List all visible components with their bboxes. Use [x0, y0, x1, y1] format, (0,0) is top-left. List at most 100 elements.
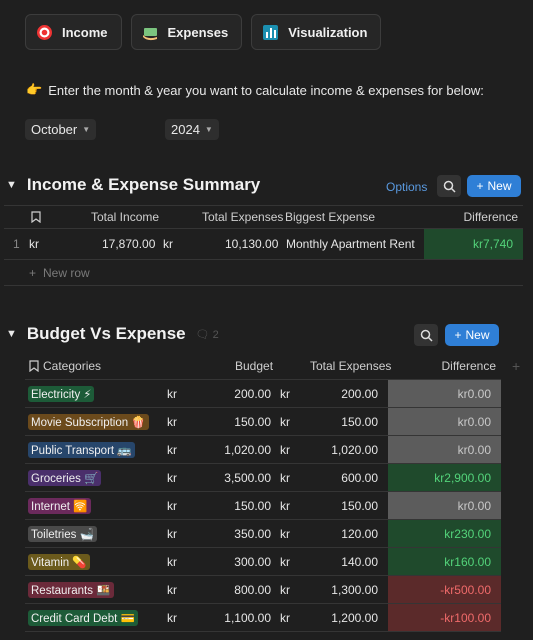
- category-cell: Movie Subscription 🍿: [28, 408, 149, 435]
- category-tag: Movie Subscription 🍿: [28, 413, 149, 430]
- search-icon: [443, 180, 456, 193]
- total-expenses-value: 10,130.00: [225, 237, 279, 251]
- expenses-currency: kr: [280, 414, 290, 429]
- table-row[interactable]: Vitamin 💊 kr 300.00 kr 140.00 kr160.00: [25, 548, 501, 576]
- difference-value: -kr500.00: [388, 576, 501, 603]
- budget-value: 150.00: [234, 498, 271, 513]
- budget-currency: kr: [167, 610, 177, 625]
- budget-currency: kr: [167, 386, 177, 401]
- budget-value: 800.00: [234, 582, 271, 597]
- difference-value: kr160.00: [388, 548, 501, 575]
- category-tag: Public Transport 🚌: [28, 441, 135, 458]
- year-value: 2024: [171, 122, 200, 137]
- month-select[interactable]: October ▼: [25, 119, 97, 140]
- expenses-currency: kr: [280, 554, 290, 569]
- category-cell: Credit Card Debt 💳: [28, 604, 138, 631]
- expenses-value: 200.00: [341, 386, 378, 401]
- expenses-currency: kr: [280, 610, 290, 625]
- difference-value: kr0.00: [388, 492, 501, 519]
- difference-value: kr0.00: [388, 408, 501, 435]
- budget-value: 300.00: [234, 554, 271, 569]
- category-cell: Vitamin 💊: [28, 548, 90, 575]
- expenses-value: 120.00: [341, 526, 378, 541]
- summary-title: Income & Expense Summary: [26, 175, 261, 194]
- income-button[interactable]: Income: [25, 14, 122, 50]
- col-difference[interactable]: Difference: [464, 206, 518, 228]
- budget-rows: Electricity ⚡ kr 200.00 kr 200.00 kr0.00…: [25, 380, 501, 632]
- intro-text: 👉 Enter the month & year you want to cal…: [26, 82, 484, 98]
- table-row[interactable]: Toiletries 🛁 kr 350.00 kr 120.00 kr230.0…: [25, 520, 501, 548]
- table-row[interactable]: Electricity ⚡ kr 200.00 kr 200.00 kr0.00: [25, 380, 501, 408]
- biggest-expense-value: Monthly Apartment Rent: [286, 237, 415, 251]
- expenses-value: 600.00: [341, 470, 378, 485]
- income-label: Income: [62, 24, 108, 40]
- money-hand-icon: [142, 24, 159, 41]
- budget-currency: kr: [167, 442, 177, 457]
- income-currency: kr: [29, 237, 39, 251]
- table-row[interactable]: Credit Card Debt 💳 kr 1,100.00 kr 1,200.…: [25, 604, 501, 632]
- comment-count[interactable]: 🗨 2: [196, 328, 219, 341]
- category-cell: Toiletries 🛁: [28, 520, 97, 547]
- target-icon: [36, 24, 53, 41]
- budget-new-button[interactable]: + New: [445, 324, 499, 346]
- plus-icon: +: [454, 328, 462, 342]
- col-total-expenses[interactable]: Total Expenses: [202, 206, 283, 228]
- col-biggest-expense[interactable]: Biggest Expense: [285, 206, 375, 228]
- search-button[interactable]: [414, 324, 438, 346]
- table-row[interactable]: Groceries 🛒 kr 3,500.00 kr 600.00 kr2,90…: [25, 464, 501, 492]
- bookmark-icon: [31, 206, 41, 228]
- expenses-currency: kr: [280, 386, 290, 401]
- expenses-button[interactable]: Expenses: [130, 14, 243, 50]
- visualization-label: Visualization: [288, 24, 368, 40]
- table-header: Categories Budget Total Expenses Differe…: [25, 353, 501, 380]
- difference-value: kr7,740: [424, 229, 523, 259]
- comment-icon: 🗨: [195, 328, 210, 341]
- col-budget[interactable]: Budget: [235, 353, 273, 379]
- budget-title: Budget Vs Expense: [26, 324, 186, 343]
- table-row[interactable]: Internet 🛜 kr 150.00 kr 150.00 kr0.00: [25, 492, 501, 520]
- new-row-button[interactable]: + New row: [4, 260, 523, 286]
- col-total-income[interactable]: Total Income: [91, 206, 159, 228]
- summary-table: Total Income Total Expenses Biggest Expe…: [4, 205, 523, 286]
- visualization-button[interactable]: Visualization: [251, 14, 382, 50]
- col-difference[interactable]: Difference: [442, 353, 496, 379]
- budget-value: 150.00: [234, 414, 271, 429]
- table-header: Total Income Total Expenses Biggest Expe…: [4, 205, 523, 229]
- options-button[interactable]: Options: [386, 180, 427, 194]
- table-row[interactable]: Public Transport 🚌 kr 1,020.00 kr 1,020.…: [25, 436, 501, 464]
- category-tag: Groceries 🛒: [28, 469, 102, 486]
- difference-value: kr0.00: [388, 380, 501, 407]
- expenses-currency: kr: [280, 498, 290, 513]
- add-column-icon[interactable]: +: [512, 358, 520, 374]
- budget-value: 1,100.00: [224, 610, 271, 625]
- table-row[interactable]: 1 kr 17,870.00 kr 10,130.00 Monthly Apar…: [4, 229, 523, 260]
- search-button[interactable]: [437, 175, 461, 197]
- expenses-value: 140.00: [341, 554, 378, 569]
- budget-currency: kr: [167, 582, 177, 597]
- difference-value: kr2,900.00: [388, 464, 501, 491]
- expenses-currency: kr: [280, 526, 290, 541]
- search-icon: [420, 329, 433, 342]
- collapse-toggle-icon[interactable]: ▼: [6, 179, 17, 191]
- category-cell: Restaurants 🍱: [28, 576, 114, 603]
- summary-new-button[interactable]: + New: [467, 175, 521, 197]
- category-cell: Internet 🛜: [28, 492, 91, 519]
- budget-currency: kr: [167, 498, 177, 513]
- col-total-expenses[interactable]: Total Expenses: [310, 353, 391, 379]
- category-tag: Toiletries 🛁: [28, 525, 97, 542]
- table-row[interactable]: Restaurants 🍱 kr 800.00 kr 1,300.00 -kr5…: [25, 576, 501, 604]
- expenses-currency: kr: [163, 237, 173, 251]
- year-select[interactable]: 2024 ▼: [165, 119, 219, 140]
- bar-chart-icon: [262, 24, 279, 41]
- difference-value: kr0.00: [388, 436, 501, 463]
- category-cell: Public Transport 🚌: [28, 436, 135, 463]
- collapse-toggle-icon[interactable]: ▼: [6, 328, 17, 340]
- category-cell: Groceries 🛒: [28, 464, 102, 491]
- table-row[interactable]: Movie Subscription 🍿 kr 150.00 kr 150.00…: [25, 408, 501, 436]
- expenses-currency: kr: [280, 470, 290, 485]
- new-label: New: [465, 328, 490, 342]
- expenses-value: 1,020.00: [331, 442, 378, 457]
- comment-count-value: 2: [212, 328, 219, 341]
- col-categories[interactable]: Categories: [29, 353, 101, 379]
- expenses-currency: kr: [280, 582, 290, 597]
